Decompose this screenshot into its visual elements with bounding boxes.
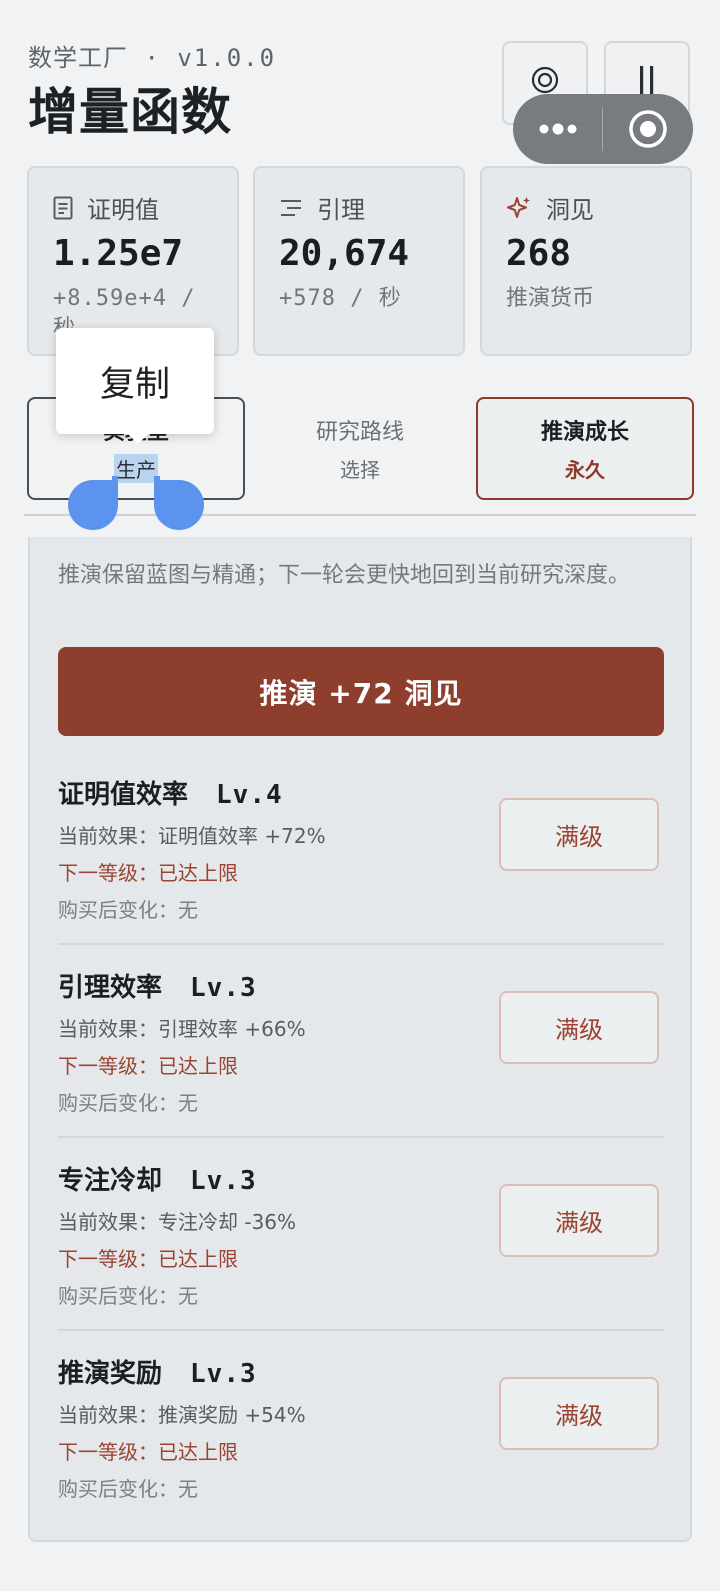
upgrade-change: 购买后变化：无	[58, 1477, 198, 1501]
upgrade-next-level: 下一等级：已达上限	[58, 1440, 238, 1464]
lemma-stat-card: 引理 20,674 +578 / 秒	[253, 166, 465, 356]
record-icon	[628, 110, 667, 148]
upgrade-title: 引理效率 Lv.3	[58, 967, 257, 1004]
tab-lab-sub: 生产	[114, 454, 158, 483]
app-name: 数学工厂	[28, 44, 128, 72]
selection-start-handle[interactable]	[68, 476, 118, 532]
sliders-icon	[281, 199, 301, 216]
upgrade-max-button[interactable]: 满级	[499, 1184, 659, 1257]
upgrade-level: Lv.3	[190, 973, 257, 1003]
page-title: 增量函数	[28, 83, 232, 141]
upgrade-next-level: 下一等级：已达上限	[58, 861, 238, 885]
selection-end-handle[interactable]	[154, 476, 204, 532]
upgrade-change: 购买后变化：无	[58, 898, 198, 922]
lemma-stat-header: 引理	[279, 190, 463, 225]
app-subtitle: 数学工厂 · v1.0.0	[28, 38, 276, 73]
upgrade-item: 专注冷却 Lv.3 当前效果：专注冷却 -36% 下一等级：已达上限 购买后变化：…	[58, 1138, 664, 1331]
close-miniprogram-button[interactable]	[603, 109, 692, 149]
lemma-rate: +578 / 秒	[279, 286, 402, 311]
app-screen: 数学工厂 · v1.0.0 增量函数 证明值 1.25e7 +8.59e+4 /…	[0, 0, 720, 1591]
upgrade-level: Lv.4	[216, 780, 283, 810]
panel-description: 推演保留蓝图与精通；下一轮会更快地回到当前研究深度。	[58, 563, 631, 588]
upgrade-max-button[interactable]: 满级	[499, 991, 659, 1064]
tab-ascend[interactable]: 推演成长 永久	[476, 397, 694, 500]
copy-button[interactable]: 复制	[56, 328, 214, 444]
upgrade-max-button[interactable]: 满级	[499, 1377, 659, 1450]
insight-caption: 推演货币	[506, 286, 595, 311]
upgrade-next-level: 下一等级：已达上限	[58, 1054, 238, 1078]
proof-stat-header: 证明值	[53, 190, 237, 225]
upgrade-title: 专注冷却 Lv.3	[58, 1160, 257, 1197]
lemma-value: 20,674	[279, 233, 410, 274]
insight-label: 洞见	[546, 196, 594, 224]
upgrade-level: Lv.3	[190, 1166, 257, 1196]
upgrade-next-level: 下一等级：已达上限	[58, 1247, 238, 1271]
insight-stat-header: 洞见	[506, 190, 690, 225]
upgrade-level: Lv.3	[190, 1359, 257, 1389]
upgrade-change: 购买后变化：无	[58, 1091, 198, 1115]
upgrade-current-effect: 当前效果：推演奖励 +54%	[58, 1403, 306, 1427]
insight-value: 268	[506, 233, 572, 274]
ascension-panel: 推演保留蓝图与精通；下一轮会更快地回到当前研究深度。 推演 +72 洞见 证明值…	[28, 537, 692, 1542]
tab-ascend-sub: 永久	[565, 458, 605, 482]
more-dots-icon	[539, 123, 576, 135]
tabs-divider	[24, 514, 696, 516]
lemma-label: 引理	[317, 196, 365, 224]
upgrade-current-effect: 当前效果：专注冷却 -36%	[58, 1210, 297, 1234]
app-version: · v1.0.0	[144, 44, 277, 72]
target-icon	[531, 66, 559, 94]
upgrade-item: 推演奖励 Lv.3 当前效果：推演奖励 +54% 下一等级：已达上限 购买后变化：…	[58, 1331, 664, 1524]
proof-label: 证明值	[87, 196, 159, 224]
sparkle-icon	[507, 196, 530, 218]
tab-research-sub: 选择	[340, 458, 380, 482]
upgrade-name: 证明值效率	[58, 780, 189, 810]
more-menu-button[interactable]	[513, 123, 602, 135]
document-icon	[53, 196, 73, 219]
miniprogram-capsule	[513, 94, 693, 164]
upgrade-current-effect: 当前效果：引理效率 +66%	[58, 1017, 306, 1041]
upgrade-name: 专注冷却	[58, 1166, 163, 1196]
upgrade-title: 推演奖励 Lv.3	[58, 1353, 257, 1390]
upgrade-item: 证明值效率 Lv.4 当前效果：证明值效率 +72% 下一等级：已达上限 购买后变…	[58, 752, 664, 945]
upgrade-name: 推演奖励	[58, 1359, 163, 1389]
tab-research[interactable]: 研究路线 选择	[251, 397, 469, 500]
upgrade-max-button[interactable]: 满级	[499, 798, 659, 871]
upgrade-name: 引理效率	[58, 973, 163, 1003]
pause-icon	[640, 66, 654, 94]
upgrade-item: 引理效率 Lv.3 当前效果：引理效率 +66% 下一等级：已达上限 购买后变化：…	[58, 945, 664, 1138]
insight-stat-card: 洞见 268 推演货币	[480, 166, 692, 356]
proof-value: 1.25e7	[53, 233, 184, 274]
upgrade-title: 证明值效率 Lv.4	[58, 774, 283, 811]
upgrade-current-effect: 当前效果：证明值效率 +72%	[58, 824, 326, 848]
ascend-button[interactable]: 推演 +72 洞见	[58, 647, 664, 736]
tab-research-label: 研究路线	[315, 420, 404, 445]
tab-ascend-label: 推演成长	[540, 420, 629, 445]
upgrade-change: 购买后变化：无	[58, 1284, 198, 1308]
